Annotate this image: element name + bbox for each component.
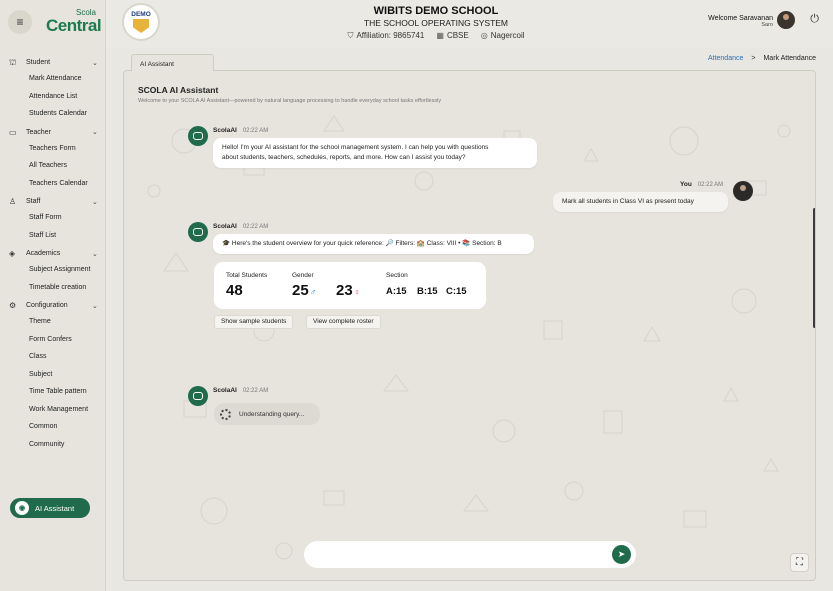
sidebar-item-subject[interactable]: Subject bbox=[0, 366, 106, 384]
bot-avatar bbox=[188, 126, 208, 146]
male-count: 25♂ bbox=[292, 282, 317, 299]
section-label: Section bbox=[386, 272, 408, 279]
breadcrumb-separator: > bbox=[751, 55, 756, 62]
sidebar-item-teachers-calendar[interactable]: Teachers Calendar bbox=[0, 175, 106, 193]
student-overview-card: Total Students 48 Gender 25♂ 23♀ Section… bbox=[214, 262, 486, 309]
nav-group-academics[interactable]: ◈ Academics ⌄ bbox=[0, 246, 106, 261]
breadcrumb: Attendance > Mark Attendance bbox=[708, 55, 816, 62]
building-icon: ▦ bbox=[436, 31, 444, 40]
user-message-avatar bbox=[733, 181, 753, 201]
panel-description: Welcome to your SCOLA AI Assistant—power… bbox=[138, 98, 442, 104]
female-icon: ♀ bbox=[353, 287, 361, 297]
sidebar-item-attendance-list[interactable]: Attendance List bbox=[0, 88, 106, 106]
spinner-icon bbox=[220, 408, 231, 420]
sidebar-item-timetable-creation[interactable]: Timetable creation bbox=[0, 279, 106, 297]
graduation-cap-icon: ◈ bbox=[9, 249, 16, 258]
chevron-down-icon: ⌄ bbox=[92, 250, 98, 258]
robot-icon bbox=[193, 392, 203, 400]
sidebar-item-teachers-form[interactable]: Teachers Form bbox=[0, 140, 106, 158]
panel-title: SCOLA AI Assistant bbox=[138, 85, 219, 95]
person-icon: ♙ bbox=[9, 197, 17, 206]
sidebar-item-theme[interactable]: Theme bbox=[0, 313, 106, 331]
nav-group-configuration[interactable]: ⚙ Configuration ⌄ bbox=[0, 298, 106, 313]
user-message-bubble: Mark all students in Class VI as present… bbox=[553, 192, 728, 212]
bot-avatar bbox=[188, 222, 208, 242]
send-button[interactable]: ➤ bbox=[612, 545, 631, 564]
hamburger-menu-icon[interactable]: ≡ bbox=[8, 10, 32, 34]
chevron-down-icon: ⌄ bbox=[92, 302, 98, 310]
scola-central-logo[interactable]: Scola Central bbox=[46, 8, 102, 34]
sidebar-item-class[interactable]: Class bbox=[0, 348, 106, 366]
sidebar-item-mark-attendance[interactable]: Mark Attendance bbox=[0, 70, 106, 88]
section-a-count: A:15 bbox=[386, 286, 407, 297]
sidebar-item-students-calendar[interactable]: Students Calendar bbox=[0, 105, 106, 123]
show-sample-students-button[interactable]: Show sample students bbox=[214, 315, 294, 329]
message-sender: You 02:22 AM bbox=[680, 181, 724, 188]
fullscreen-button[interactable]: ⛶ bbox=[790, 553, 809, 572]
gender-label: Gender bbox=[292, 272, 314, 279]
message-sender: ScolaAI 02:22 AM bbox=[213, 127, 269, 134]
total-students-label: Total Students bbox=[226, 272, 268, 279]
school-info: WIBITS DEMO SCHOOL THE SCHOOL OPERATING … bbox=[306, 5, 566, 41]
send-icon: ➤ bbox=[617, 549, 626, 559]
chevron-down-icon: ⌄ bbox=[92, 198, 98, 206]
chevron-down-icon: ⌄ bbox=[92, 59, 98, 67]
sidebar-item-subject-assignment[interactable]: Subject Assignment bbox=[0, 261, 106, 279]
bot-avatar bbox=[188, 386, 208, 406]
sidebar-item-staff-list[interactable]: Staff List bbox=[0, 227, 106, 245]
shield-check-icon: ⛉ bbox=[347, 31, 354, 40]
bot-message-bubble: 🎓 Here's the student overview for your q… bbox=[213, 234, 534, 254]
message-sender: ScolaAI 02:22 AM bbox=[213, 223, 269, 230]
robot-icon bbox=[193, 228, 203, 236]
student-icon: ⛫ bbox=[9, 57, 17, 67]
chat-input-wrapper: ➤ bbox=[304, 541, 636, 568]
top-header: DEMO WIBITS DEMO SCHOOL THE SCHOOL OPERA… bbox=[106, 0, 833, 48]
message-sender: ScolaAI 02:22 AM bbox=[213, 387, 269, 394]
sidebar-item-community[interactable]: Community bbox=[0, 436, 106, 454]
breadcrumb-attendance-link[interactable]: Attendance bbox=[708, 55, 743, 62]
sidebar-item-time-table-pattern[interactable]: Time Table pattern bbox=[0, 383, 106, 401]
male-icon: ♂ bbox=[309, 287, 317, 297]
ai-assistant-button[interactable]: ◉ AI Assistant bbox=[10, 498, 90, 518]
school-name: WIBITS DEMO SCHOOL bbox=[373, 5, 499, 17]
section-b-count: B:15 bbox=[417, 286, 438, 297]
welcome-text: Welcome Saravanan Saro bbox=[708, 15, 773, 28]
power-icon[interactable]: ⏻ bbox=[810, 13, 819, 26]
user-avatar[interactable] bbox=[777, 11, 795, 29]
tab-ai-assistant[interactable]: AI Assistant bbox=[131, 54, 214, 71]
sidebar-item-common[interactable]: Common bbox=[0, 418, 106, 436]
total-students-value: 48 bbox=[226, 282, 243, 299]
sidebar-item-form-confers[interactable]: Form Confers bbox=[0, 331, 106, 349]
school-logo: DEMO bbox=[122, 3, 160, 41]
nav-group-teacher[interactable]: ▭ Teacher ⌄ bbox=[0, 125, 106, 140]
robot-icon: ◉ bbox=[15, 501, 29, 515]
book-icon: ▭ bbox=[9, 127, 17, 137]
sidebar-nav: ⛫ Student ⌄ Mark Attendance Attendance L… bbox=[0, 53, 106, 453]
chat-panel: SCOLA AI Assistant Welcome to your SCOLA… bbox=[123, 70, 816, 581]
robot-icon bbox=[193, 132, 203, 140]
breadcrumb-current: Mark Attendance bbox=[763, 55, 816, 62]
loading-indicator: Understanding query... bbox=[214, 403, 320, 425]
nav-group-student[interactable]: ⛫ Student ⌄ bbox=[0, 55, 106, 70]
school-meta: ⛉ Affiliation: 9865741 ▦ CBSE ◎ Nagercoil bbox=[347, 31, 525, 40]
school-tagline: THE SCHOOL OPERATING SYSTEM bbox=[363, 18, 509, 28]
gear-icon: ⚙ bbox=[9, 301, 17, 310]
sidebar-item-work-management[interactable]: Work Management bbox=[0, 401, 106, 419]
bot-message-bubble: Hello! I'm your AI assistant for the sch… bbox=[213, 138, 537, 168]
section-c-count: C:15 bbox=[446, 286, 467, 297]
expand-icon: ⛶ bbox=[796, 557, 803, 568]
sidebar: ≡ Scola Central ⛫ Student ⌄ Mark Attenda… bbox=[0, 0, 106, 591]
female-count: 23♀ bbox=[336, 282, 361, 299]
chevron-down-icon: ⌄ bbox=[92, 129, 98, 136]
view-complete-roster-button[interactable]: View complete roster bbox=[306, 315, 381, 329]
shield-icon bbox=[133, 19, 149, 33]
sidebar-item-all-teachers[interactable]: All Teachers bbox=[0, 157, 106, 175]
chat-input[interactable] bbox=[316, 547, 596, 562]
chat-scrollbar[interactable] bbox=[813, 208, 815, 328]
nav-group-staff[interactable]: ♙ Staff ⌄ bbox=[0, 194, 106, 209]
location-pin-icon: ◎ bbox=[480, 31, 488, 40]
sidebar-item-staff-form[interactable]: Staff Form bbox=[0, 209, 106, 227]
